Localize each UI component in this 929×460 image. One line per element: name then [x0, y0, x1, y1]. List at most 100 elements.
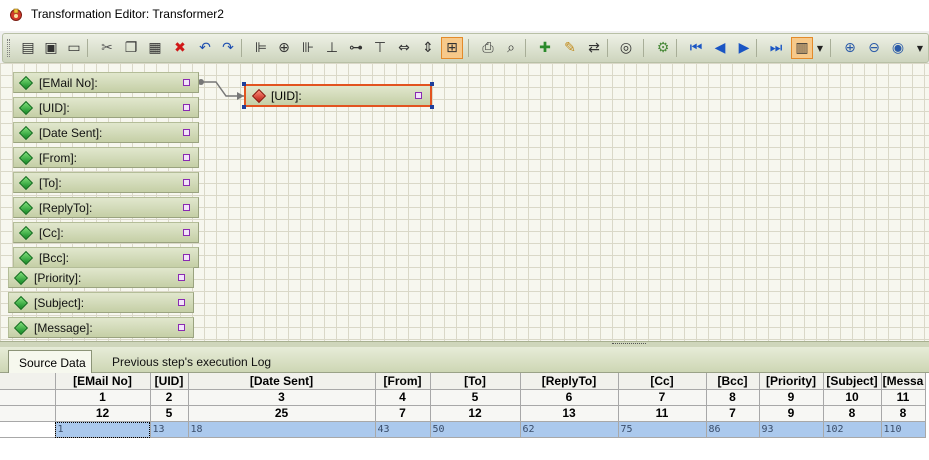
delete-button[interactable]: ✖: [169, 37, 191, 59]
grid-cell[interactable]: 86: [706, 421, 760, 438]
resize-handle-br[interactable]: [430, 105, 434, 109]
grid-cell[interactable]: 75: [618, 421, 707, 438]
grid-cell[interactable]: 62: [520, 421, 619, 438]
same-height-button[interactable]: ⇕: [417, 37, 439, 59]
source-field-node[interactable]: [ReplyTo]:: [13, 197, 199, 218]
grid-cell[interactable]: 43: [375, 421, 431, 438]
grid-cell[interactable]: 8: [881, 405, 926, 422]
same-width-button[interactable]: ⇔: [393, 37, 415, 59]
source-field-port[interactable]: [183, 204, 190, 211]
grid-cell[interactable]: 8: [823, 405, 882, 422]
align-bottom-button[interactable]: ⊥: [321, 37, 343, 59]
target-field-port[interactable]: [415, 92, 422, 99]
grid-cell[interactable]: 25: [188, 405, 376, 422]
grid-cell[interactable]: 102: [823, 421, 882, 438]
design-canvas[interactable]: [UID]: [EMail No]: [UID]: [Date Sent]: [Fro…: [0, 63, 929, 341]
add-field-button[interactable]: ✚: [534, 37, 556, 59]
splitter-grip[interactable]: [612, 343, 646, 346]
grid-cell[interactable]: 11: [881, 389, 926, 406]
zoom-in-button[interactable]: ⊕: [839, 37, 861, 59]
source-field-node[interactable]: [Cc]:: [13, 222, 199, 243]
previous-record-button[interactable]: ◀: [709, 37, 731, 59]
undo-button[interactable]: ↶: [194, 37, 216, 59]
grid-cell[interactable]: 4: [375, 389, 431, 406]
grid-cell[interactable]: 13: [520, 405, 619, 422]
grid-cell[interactable]: 9: [759, 405, 824, 422]
source-data-grid[interactable]: [EMail No] [UID] [Date Sent] [From] [To] [Rep…: [0, 373, 929, 460]
column-header[interactable]: [Date Sent]: [188, 373, 376, 390]
first-record-button[interactable]: ⏮: [685, 37, 707, 59]
zoom-out-button[interactable]: ⊖: [863, 37, 885, 59]
align-center-button[interactable]: ⊕: [273, 37, 295, 59]
source-field-port[interactable]: [183, 129, 190, 136]
run-button[interactable]: ⚙: [652, 37, 674, 59]
grid-cell[interactable]: 10: [823, 389, 882, 406]
row-header[interactable]: [0, 421, 56, 438]
source-field-port[interactable]: [183, 79, 190, 86]
print-button[interactable]: ⎙: [477, 37, 499, 59]
row-header[interactable]: [0, 373, 56, 390]
source-field-node[interactable]: [Subject]:: [8, 292, 194, 313]
show-data-button[interactable]: ▥: [791, 37, 813, 59]
column-header[interactable]: [Subject]: [823, 373, 882, 390]
align-top-button[interactable]: ⊤: [369, 37, 391, 59]
grid-cell[interactable]: 13: [150, 421, 189, 438]
tab-source-data[interactable]: Source Data: [8, 350, 92, 373]
source-field-node[interactable]: [To]:: [13, 172, 199, 193]
save-button[interactable]: ▣: [40, 37, 62, 59]
source-field-port[interactable]: [183, 229, 190, 236]
source-field-port[interactable]: [183, 154, 190, 161]
align-left-button[interactable]: ⊫: [250, 37, 272, 59]
source-field-port[interactable]: [178, 299, 185, 306]
grid-cell[interactable]: 7: [375, 405, 431, 422]
source-field-node[interactable]: [UID]:: [13, 97, 199, 118]
grid-cell[interactable]: 6: [520, 389, 619, 406]
target-field-node[interactable]: [UID]:: [244, 84, 432, 107]
paste-button[interactable]: ▦: [144, 37, 166, 59]
column-header[interactable]: [To]: [430, 373, 521, 390]
grid-cell[interactable]: 11: [618, 405, 707, 422]
toolbar-grip[interactable]: [7, 39, 10, 57]
column-header[interactable]: [Priority]: [759, 373, 824, 390]
grid-cell[interactable]: 5: [150, 405, 189, 422]
last-record-button[interactable]: ⏭: [765, 37, 787, 59]
align-right-button[interactable]: ⊪: [297, 37, 319, 59]
column-header[interactable]: [ReplyTo]: [520, 373, 619, 390]
toolbar-overflow-button[interactable]: ▼: [915, 37, 925, 59]
column-header[interactable]: [From]: [375, 373, 431, 390]
save-as-button[interactable]: ▭: [63, 37, 85, 59]
tab-execution-log[interactable]: Previous step's execution Log: [102, 350, 281, 373]
column-header[interactable]: [Bcc]: [706, 373, 760, 390]
column-header[interactable]: [EMail No]: [55, 373, 151, 390]
row-header[interactable]: [0, 405, 56, 422]
grid-cell[interactable]: 12: [55, 405, 151, 422]
source-field-node[interactable]: [From]:: [13, 147, 199, 168]
grid-cell[interactable]: 5: [430, 389, 521, 406]
next-record-button[interactable]: ▶: [733, 37, 755, 59]
source-field-port[interactable]: [183, 179, 190, 186]
table-row[interactable]: 1 13 18 43 50 62 75 86 93 102 110: [0, 421, 926, 438]
cut-button[interactable]: ✂: [96, 37, 118, 59]
source-field-port[interactable]: [178, 324, 185, 331]
source-field-node[interactable]: [Bcc]:: [13, 247, 199, 268]
print-preview-button[interactable]: ⌕: [500, 37, 522, 59]
resize-handle-bl[interactable]: [242, 105, 246, 109]
resize-handle-tl[interactable]: [242, 82, 246, 86]
grid-cell[interactable]: 50: [430, 421, 521, 438]
source-field-node[interactable]: [Date Sent]:: [13, 122, 199, 143]
source-field-node[interactable]: [Priority]:: [8, 267, 194, 288]
zoom-reset-button[interactable]: ◉: [887, 37, 909, 59]
row-header[interactable]: [0, 389, 56, 406]
same-size-button[interactable]: ⊞: [441, 37, 463, 59]
grid-cell[interactable]: 3: [188, 389, 376, 406]
find-button[interactable]: ◎: [615, 37, 637, 59]
source-field-node[interactable]: [EMail No]:: [13, 72, 199, 93]
grid-cell[interactable]: 7: [706, 405, 760, 422]
grid-cell[interactable]: 2: [150, 389, 189, 406]
grid-cell[interactable]: 18: [188, 421, 376, 438]
grid-cell[interactable]: 8: [706, 389, 760, 406]
toolbar-overflow-button[interactable]: ▼: [815, 37, 825, 59]
grid-cell[interactable]: 9: [759, 389, 824, 406]
redo-button[interactable]: ↷: [217, 37, 239, 59]
source-field-port[interactable]: [183, 104, 190, 111]
